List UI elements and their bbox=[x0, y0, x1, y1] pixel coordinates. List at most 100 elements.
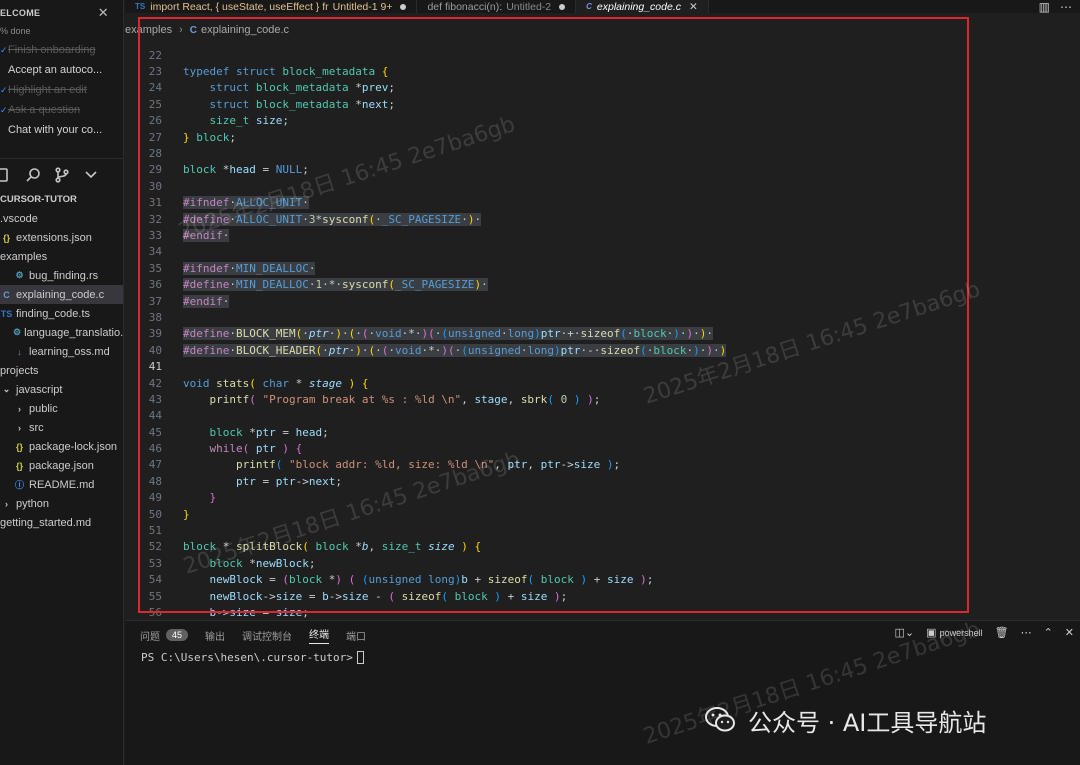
tree-item[interactable]: {} extensions.json bbox=[0, 228, 123, 247]
code-line[interactable]: 26 size_t size; bbox=[125, 113, 1080, 129]
more-actions-icon[interactable]: ⋯ bbox=[1060, 0, 1072, 14]
new-terminal-icon[interactable]: ◫⌄ bbox=[894, 626, 914, 639]
code-line[interactable]: 54 newBlock = (block *) ( (unsigned long… bbox=[125, 572, 1080, 588]
code-line[interactable]: 51 bbox=[125, 522, 1080, 538]
line-number: 32 bbox=[148, 212, 162, 226]
code-line[interactable]: 25 struct block_metadata *next; bbox=[125, 96, 1080, 112]
code-line[interactable]: 30 bbox=[125, 178, 1080, 194]
tree-item-label: language_translatio... bbox=[24, 326, 124, 339]
code-line[interactable]: 32 #define·ALLOC_UNIT·3*sysconf(·_SC_PAGE… bbox=[125, 211, 1080, 227]
code-line[interactable]: 53 block *newBlock; bbox=[125, 555, 1080, 571]
editor-tab[interactable]: TS import React, { useState, useEffect } … bbox=[125, 0, 418, 13]
checklist-item[interactable]: ✓ Ask a question bbox=[0, 100, 123, 120]
editor-tab[interactable]: def fibonacci(n): Untitled-2 bbox=[417, 0, 577, 13]
breadcrumb-folder[interactable]: examples bbox=[125, 24, 172, 36]
tree-item[interactable]: Cexplaining_code.c bbox=[0, 285, 123, 304]
tree-item-label: javascript bbox=[16, 383, 63, 396]
unsaved-dot-icon[interactable] bbox=[400, 3, 407, 10]
panel-tab[interactable]: 问题 45 bbox=[140, 628, 189, 643]
tab-description: Untitled-2 bbox=[506, 0, 552, 13]
line-number: 54 bbox=[148, 573, 162, 587]
code-line[interactable]: 41 bbox=[125, 358, 1080, 374]
panel-tab[interactable]: 端口 bbox=[346, 628, 366, 643]
code-line[interactable]: 28 bbox=[125, 145, 1080, 161]
code-text: block *head = NULL; bbox=[183, 163, 309, 177]
checklist-item[interactable]: ✓ Finish onboarding bbox=[0, 40, 123, 60]
code-line[interactable]: 37 #endif· bbox=[125, 293, 1080, 309]
tree-item[interactable]: getting_started.md bbox=[0, 513, 123, 532]
code-line[interactable]: 42 void stats( char * stage ) { bbox=[125, 375, 1080, 391]
code-line[interactable]: 44 bbox=[125, 408, 1080, 424]
code-line[interactable]: 22 bbox=[125, 47, 1080, 63]
code-line[interactable]: 46 while( ptr ) { bbox=[125, 440, 1080, 456]
code-line[interactable]: 38 bbox=[125, 309, 1080, 325]
code-line[interactable]: 55 newBlock->size = b->size - ( sizeof( … bbox=[125, 588, 1080, 604]
editor-tab[interactable]: Cexplaining_code.c ✕ bbox=[576, 0, 709, 13]
tree-item[interactable]: {} package-lock.json bbox=[0, 437, 123, 456]
tree-item[interactable]: ↓ learning_oss.md bbox=[0, 342, 123, 361]
trash-icon[interactable]: 🗑 bbox=[995, 626, 1009, 639]
code-line[interactable]: 43 printf( "Program break at %s : %ld \n… bbox=[125, 391, 1080, 407]
tree-item[interactable]: TS finding_code.ts bbox=[0, 304, 123, 323]
code-line[interactable]: 23 typedef struct block_metadata { bbox=[125, 63, 1080, 79]
unsaved-dot-icon[interactable] bbox=[559, 3, 566, 10]
panel-tab[interactable]: 终端 bbox=[309, 626, 330, 644]
tree-item[interactable]: › public bbox=[0, 399, 123, 418]
tree-item[interactable]: ⓘ README.md bbox=[0, 475, 123, 494]
code-line[interactable]: 56 b->size = size; bbox=[125, 604, 1080, 620]
tree-item[interactable]: {} package.json bbox=[0, 456, 123, 475]
maximize-icon[interactable]: ⌃ bbox=[1044, 626, 1053, 639]
line-number: 36 bbox=[148, 278, 162, 292]
line-number: 23 bbox=[148, 65, 162, 79]
code-line[interactable]: 48 ptr = ptr->next; bbox=[125, 473, 1080, 489]
code-lines[interactable]: 22 23 typedef struct block_metadata {24 st… bbox=[125, 47, 1080, 620]
code-line[interactable]: 24 struct block_metadata *prev; bbox=[125, 80, 1080, 96]
tree-item[interactable]: › src bbox=[0, 418, 123, 437]
code-line[interactable]: 29 block *head = NULL; bbox=[125, 162, 1080, 178]
json-file-icon: {} bbox=[15, 460, 23, 471]
tree-item[interactable]: projects bbox=[0, 361, 123, 380]
search-icon[interactable] bbox=[25, 167, 41, 183]
code-line[interactable]: 50} bbox=[125, 506, 1080, 522]
checklist-item[interactable]: ✓ Highlight an edit bbox=[0, 80, 123, 100]
code-text: ptr = ptr->next; bbox=[235, 474, 342, 488]
code-editor[interactable]: examples › C explaining_code.c 22 23 typed… bbox=[125, 13, 1080, 620]
code-text: printf( "Program break at %s : %ld \n", … bbox=[209, 392, 601, 406]
breadcrumb-file[interactable]: explaining_code.c bbox=[201, 24, 289, 36]
close-icon[interactable]: ✕ bbox=[98, 5, 109, 21]
code-line[interactable]: 39 #define·BLOCK_MEM(·ptr·)·(·(·void·*·)(… bbox=[125, 326, 1080, 342]
split-editor-icon[interactable]: ▥ bbox=[1039, 0, 1050, 14]
tree-item[interactable]: examples bbox=[0, 247, 123, 266]
close-icon[interactable]: ✕ bbox=[689, 1, 698, 13]
code-line[interactable]: 35 #ifndef·MIN_DEALLOC· bbox=[125, 260, 1080, 276]
chevron-right-icon: › bbox=[179, 24, 183, 36]
code-line[interactable]: 47 printf( "block addr: %ld, size: %ld \… bbox=[125, 457, 1080, 473]
tree-item[interactable]: .vscode bbox=[0, 209, 123, 228]
code-line[interactable]: 36 #define·MIN_DEALLOC·1·*·sysconf(_SC_PA… bbox=[125, 276, 1080, 292]
code-line[interactable]: 33 #endif· bbox=[125, 227, 1080, 243]
welcome-header: ELCOME ✕ bbox=[0, 2, 123, 24]
code-line[interactable]: 45 block *ptr = head; bbox=[125, 424, 1080, 440]
tree-item[interactable]: › python bbox=[0, 494, 123, 513]
terminal-line[interactable]: PS C:\Users\hesen\.cursor-tutor> bbox=[125, 649, 1080, 665]
tree-item[interactable]: ⌄ javascript bbox=[0, 380, 123, 399]
checklist-item[interactable]: Accept an autoco... bbox=[0, 60, 123, 80]
chevron-down-icon[interactable] bbox=[83, 167, 99, 183]
files-icon[interactable] bbox=[0, 167, 12, 183]
terminal-shell[interactable]: ▣ powershell bbox=[926, 626, 982, 639]
code-line[interactable]: 34 bbox=[125, 244, 1080, 260]
code-line[interactable]: 52 block * splitBlock( block *b, size_t s… bbox=[125, 539, 1080, 555]
tree-item[interactable]: ⚙ language_translatio... bbox=[0, 323, 123, 342]
close-panel-icon[interactable]: ✕ bbox=[1065, 626, 1074, 639]
source-control-icon[interactable] bbox=[54, 167, 70, 183]
checklist-item[interactable]: Chat with your co... bbox=[0, 120, 123, 140]
panel-tab[interactable]: 调试控制台 bbox=[242, 628, 292, 643]
code-line[interactable]: 40 #define·BLOCK_HEADER(·ptr·)·(·(·void·*… bbox=[125, 342, 1080, 358]
tree-item[interactable]: ⚙ bug_finding.rs bbox=[0, 266, 123, 285]
code-line[interactable]: 49 } bbox=[125, 490, 1080, 506]
more-icon[interactable]: ⋯ bbox=[1021, 626, 1032, 639]
panel-tab[interactable]: 输出 bbox=[205, 628, 225, 643]
code-line[interactable]: 27} block; bbox=[125, 129, 1080, 145]
code-line[interactable]: 31 #ifndef·ALLOC_UNIT· bbox=[125, 195, 1080, 211]
chevron-icon: ⌄ bbox=[2, 384, 11, 394]
